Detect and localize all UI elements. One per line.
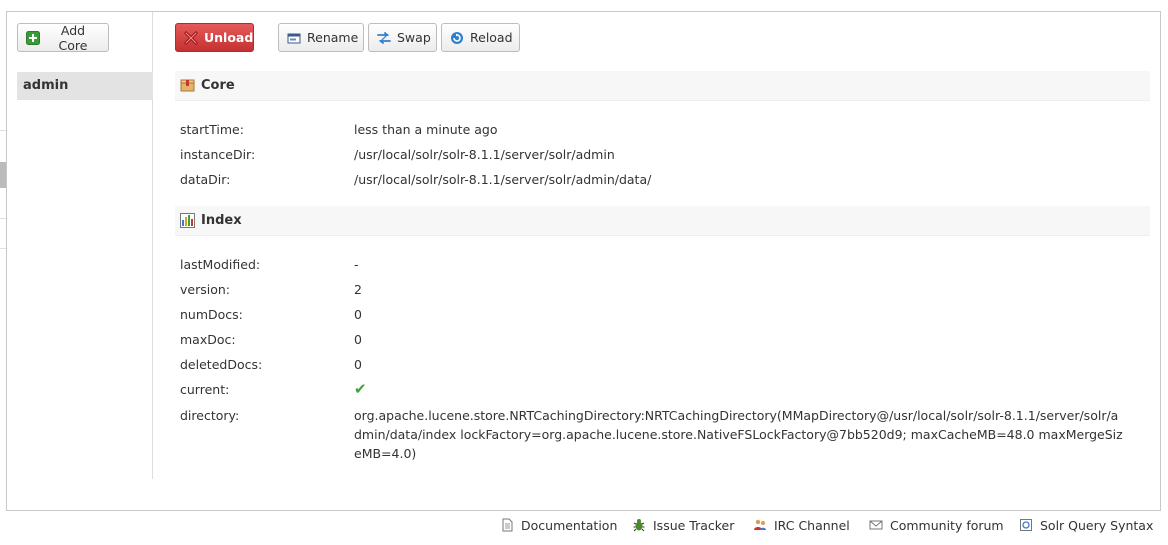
info-value: /usr/local/solr/solr-8.1.1/server/solr/a… [354, 147, 615, 162]
index-info-row: version: 2 [180, 280, 1140, 299]
unload-label: Unload [204, 30, 254, 45]
info-value: - [354, 257, 359, 272]
issue-tracker-label: Issue Tracker [653, 517, 735, 533]
swap-label: Swap [397, 30, 431, 45]
info-key: lastModified: [180, 257, 261, 272]
core-list-item-admin[interactable]: admin [17, 72, 153, 100]
info-value: 0 [354, 332, 362, 347]
rename-button[interactable]: Rename [278, 23, 364, 52]
mail-icon [869, 518, 883, 532]
reload-label: Reload [470, 30, 513, 45]
info-key: deletedDocs: [180, 357, 263, 372]
info-key: directory: [180, 408, 240, 423]
core-name: admin [23, 78, 69, 93]
index-info-row: current: ✔ [180, 380, 1140, 399]
core-section-header: Core [175, 71, 1150, 101]
bug-icon [632, 518, 646, 532]
unload-button[interactable]: Unload [175, 23, 254, 52]
info-value: 2 [354, 282, 362, 297]
info-key: instanceDir: [180, 147, 256, 162]
query-syntax-label: Solr Query Syntax [1040, 517, 1154, 533]
rename-label: Rename [307, 30, 359, 45]
query-syntax-link[interactable]: Solr Query Syntax [1019, 515, 1153, 535]
users-icon [753, 518, 767, 532]
reload-icon [450, 31, 464, 45]
box-icon [180, 78, 195, 93]
index-info-row: numDocs: 0 [180, 305, 1140, 324]
info-key: current: [180, 382, 230, 397]
x-icon [184, 31, 198, 45]
bar-chart-icon [180, 213, 195, 228]
community-forum-label: Community forum [890, 517, 1004, 533]
add-core-label: Add Core [58, 22, 88, 53]
core-info-row: instanceDir: /usr/local/solr/solr-8.1.1/… [180, 145, 1140, 164]
cores-sidebar: Add Core admin [15, 12, 153, 479]
info-key: startTime: [180, 122, 244, 137]
add-core-button[interactable]: Add Core [17, 22, 109, 53]
info-value: org.apache.lucene.store.NRTCachingDirect… [354, 408, 1123, 461]
community-forum-link[interactable]: Community forum [869, 515, 1004, 535]
info-key: dataDir: [180, 172, 231, 187]
swap-icon [377, 31, 391, 45]
core-section-title: Core [201, 78, 235, 93]
info-value: /usr/local/solr/solr-8.1.1/server/solr/a… [354, 172, 652, 187]
add-icon [26, 30, 40, 45]
index-info-row: maxDoc: 0 [180, 330, 1140, 349]
check-icon: ✔ [354, 380, 367, 398]
info-value: less than a minute ago [354, 122, 498, 137]
index-section-title: Index [201, 213, 242, 228]
footer-links: Documentation Issue Tracker IRC Channel … [0, 515, 1168, 537]
issue-tracker-link[interactable]: Issue Tracker [632, 515, 734, 535]
index-section-header: Index [175, 206, 1150, 236]
documentation-label: Documentation [521, 517, 618, 533]
index-info-row: lastModified: - [180, 255, 1140, 274]
index-info-row: directory: org.apache.lucene.store.NRTCa… [180, 406, 1140, 463]
core-admin-panel: Add Core admin Unload Rename Swap Reload [6, 11, 1161, 511]
info-value: 0 [354, 307, 362, 322]
index-info-row: deletedDocs: 0 [180, 355, 1140, 374]
help-page-icon [1019, 518, 1033, 532]
reload-button[interactable]: Reload [441, 23, 520, 52]
rename-icon [287, 31, 301, 45]
info-key: version: [180, 282, 230, 297]
info-value: 0 [354, 357, 362, 372]
documentation-link[interactable]: Documentation [500, 515, 617, 535]
info-key: numDocs: [180, 307, 243, 322]
core-info-row: startTime: less than a minute ago [180, 120, 1140, 139]
info-key: maxDoc: [180, 332, 236, 347]
irc-channel-link[interactable]: IRC Channel [753, 515, 850, 535]
core-info-row: dataDir: /usr/local/solr/solr-8.1.1/serv… [180, 170, 1140, 189]
document-icon [500, 518, 514, 532]
swap-button[interactable]: Swap [368, 23, 437, 52]
irc-channel-label: IRC Channel [774, 517, 850, 533]
